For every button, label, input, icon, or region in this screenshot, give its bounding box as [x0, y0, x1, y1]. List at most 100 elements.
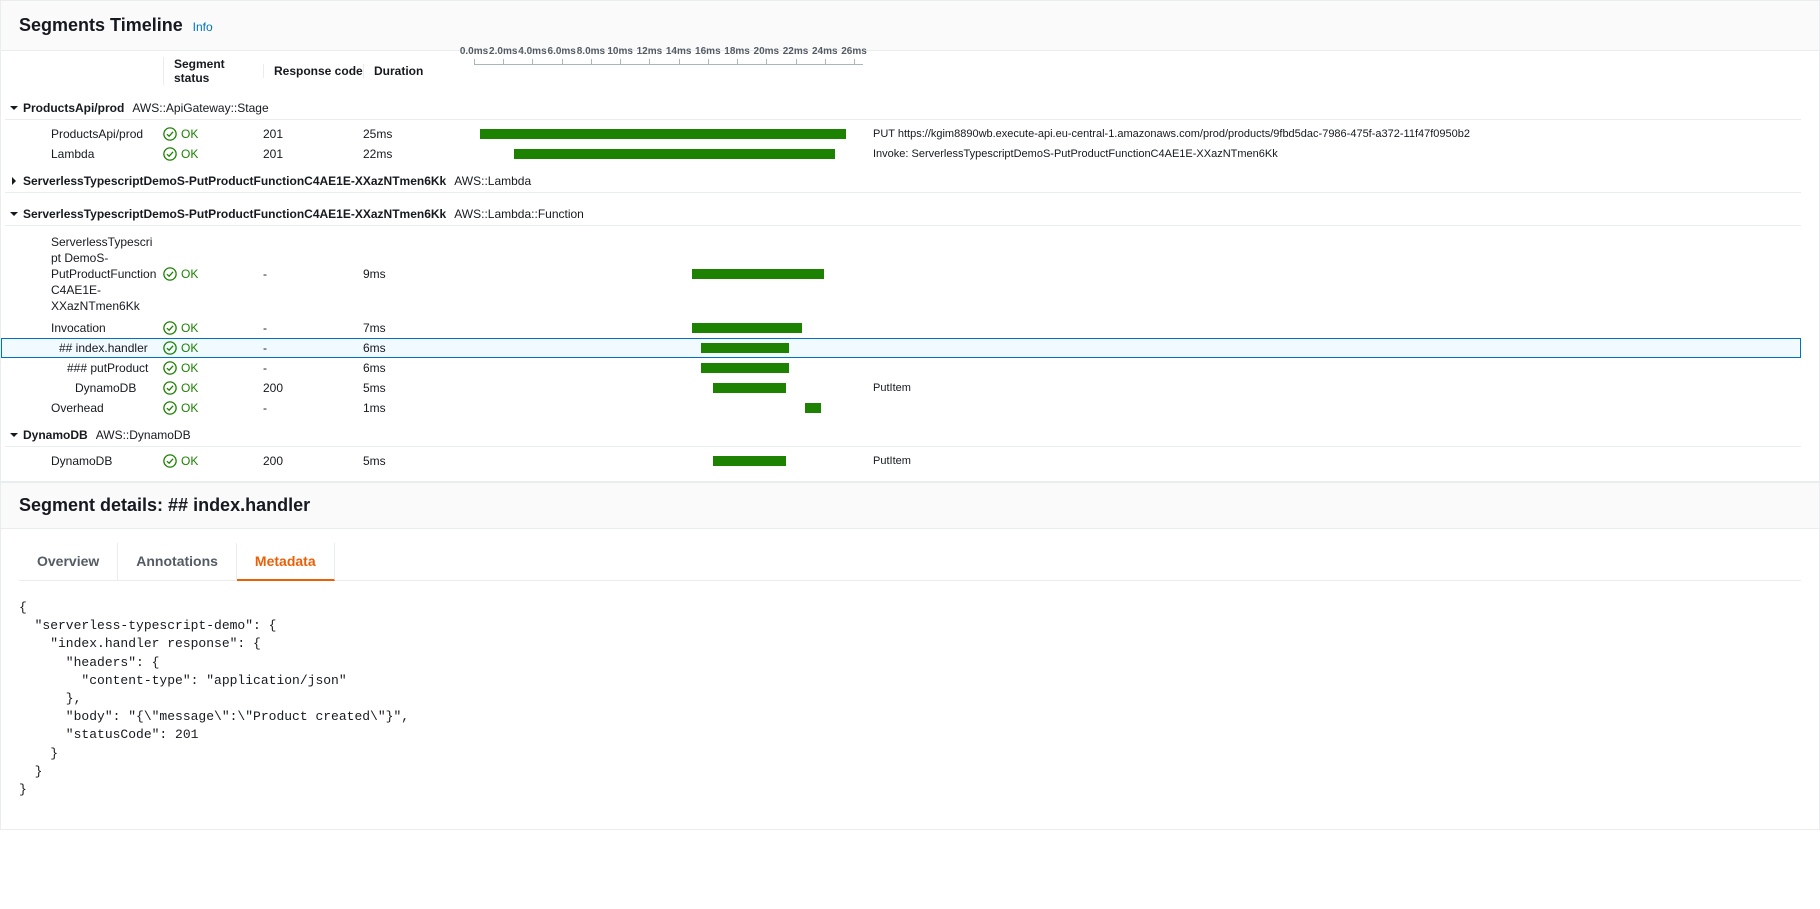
segment-status: OK [163, 127, 263, 141]
status-ok-icon [163, 321, 177, 335]
segment-bar-zone [463, 149, 863, 159]
group-type: AWS::Lambda [454, 174, 531, 188]
axis-tick-label: 0.0ms [460, 46, 488, 57]
group-header[interactable]: ServerlessTypescriptDemoS-PutProductFunc… [5, 164, 1801, 193]
segment-duration: 6ms [363, 361, 463, 375]
axis-tick-label: 18ms [724, 46, 750, 57]
segment-status: OK [163, 361, 263, 375]
segment-bar-zone [463, 456, 863, 466]
axis-tick-label: 8.0ms [577, 46, 605, 57]
segment-bar [692, 269, 824, 279]
segment-status: OK [163, 341, 263, 355]
segment-duration: 25ms [363, 127, 463, 141]
segment-row[interactable]: OverheadOK-1ms [1, 398, 1801, 418]
segment-bar [692, 323, 802, 333]
group-header[interactable]: ProductsApi/prodAWS::ApiGateway::Stage [5, 91, 1801, 120]
segment-status: OK [163, 381, 263, 395]
segments-timeline-title: Segments Timeline [19, 15, 183, 36]
status-ok-icon [163, 341, 177, 355]
status-ok-icon [163, 361, 177, 375]
status-ok-icon [163, 454, 177, 468]
tab-metadata[interactable]: Metadata [237, 543, 335, 581]
segment-bar [701, 343, 789, 353]
segment-name: ProductsApi/prod [1, 127, 163, 141]
segment-bar-zone [463, 343, 863, 353]
info-link[interactable]: Info [193, 20, 213, 34]
axis-tick-label: 4.0ms [518, 46, 546, 57]
segment-row[interactable]: DynamoDBOK2005msPutItem [1, 378, 1801, 398]
segment-bar [713, 456, 786, 466]
segment-bar [713, 383, 786, 393]
status-ok-icon [163, 147, 177, 161]
segment-row[interactable]: LambdaOK20122ms Invoke: ServerlessTypescr… [1, 144, 1801, 164]
segment-duration: 22ms [363, 147, 463, 161]
segment-trail-label: Invoke: ServerlessTypescriptDemoS-PutPro… [863, 148, 1801, 160]
axis-tick-label: 12ms [637, 46, 663, 57]
status-ok-icon [163, 267, 177, 281]
segment-trail-label: PutItem [863, 455, 1801, 467]
segment-name: Invocation [1, 321, 163, 335]
segment-trail-label: PutItem [863, 382, 1801, 394]
segment-duration: 1ms [363, 401, 463, 415]
segment-status: OK [163, 321, 263, 335]
segment-row[interactable]: ## index.handlerOK-6ms [1, 338, 1801, 358]
caret-right-icon[interactable] [9, 176, 19, 186]
col-header-status: Segment status [163, 57, 263, 85]
group-header[interactable]: ServerlessTypescriptDemoS-PutProductFunc… [5, 197, 1801, 226]
axis-tick-label: 16ms [695, 46, 721, 57]
segment-row[interactable]: ### putProductOK-6ms [1, 358, 1801, 378]
segment-name: DynamoDB [1, 454, 163, 468]
segment-row[interactable]: ProductsApi/prodOK20125ms PUT https://kgi… [1, 124, 1801, 144]
segment-response-code: - [263, 267, 363, 281]
tab-annotations[interactable]: Annotations [118, 543, 237, 580]
segment-response-code: 200 [263, 454, 363, 468]
segment-duration: 5ms [363, 454, 463, 468]
group-type: AWS::DynamoDB [96, 428, 191, 442]
segment-name: Lambda [1, 147, 163, 161]
status-ok-icon [163, 381, 177, 395]
caret-down-icon[interactable] [9, 209, 19, 219]
segment-status: OK [163, 267, 263, 281]
axis-tick-label: 20ms [754, 46, 780, 57]
status-ok-icon [163, 127, 177, 141]
axis-tick-label: 10ms [607, 46, 633, 57]
caret-down-icon[interactable] [9, 430, 19, 440]
segment-details-prefix: Segment details: [19, 495, 168, 515]
segments-timeline-header: Segments Timeline Info [0, 0, 1820, 51]
segment-details-name: ## index.handler [168, 495, 310, 515]
segment-row[interactable]: DynamoDBOK2005msPutItem [1, 451, 1801, 471]
timeline-column-headers: Segment status Response code Duration 0.… [1, 51, 1819, 91]
segment-row[interactable]: ServerlessTypescript DemoS- PutProductFu… [1, 230, 1801, 318]
segment-bar-zone [463, 129, 863, 139]
segment-details-header: Segment details: ## index.handler [0, 482, 1820, 529]
segment-bar-zone [463, 383, 863, 393]
segment-response-code: - [263, 361, 363, 375]
segment-bar [514, 149, 836, 159]
segment-bar [480, 129, 845, 139]
status-ok-icon [163, 401, 177, 415]
segment-status: OK [163, 147, 263, 161]
segment-response-code: 201 [263, 127, 363, 141]
segment-response-code: 201 [263, 147, 363, 161]
axis-tick-label: 22ms [783, 46, 809, 57]
segment-trail-label: PUT https://kgim8890wb.execute-api.eu-ce… [863, 128, 1801, 140]
group-type: AWS::Lambda::Function [454, 207, 584, 221]
col-header-duration: Duration [363, 64, 463, 78]
group-header[interactable]: DynamoDB AWS::DynamoDB [5, 418, 1801, 447]
axis-tick-label: 26ms [841, 46, 867, 57]
group-name: DynamoDB [23, 428, 88, 442]
group-type: AWS::ApiGateway::Stage [132, 101, 268, 115]
segment-details-body: OverviewAnnotationsMetadata { "serverles… [0, 529, 1820, 830]
tab-overview[interactable]: Overview [19, 543, 118, 580]
segment-bar-zone [463, 323, 863, 333]
segment-bar [805, 403, 821, 413]
segment-duration: 9ms [363, 267, 463, 281]
axis-tick-label: 2.0ms [489, 46, 517, 57]
segment-row[interactable]: InvocationOK-7ms [1, 318, 1801, 338]
segment-name: DynamoDB [1, 381, 163, 395]
segment-duration: 6ms [363, 341, 463, 355]
caret-down-icon[interactable] [9, 103, 19, 113]
segment-duration: 5ms [363, 381, 463, 395]
segment-response-code: - [263, 321, 363, 335]
segment-bar-zone [463, 269, 863, 279]
